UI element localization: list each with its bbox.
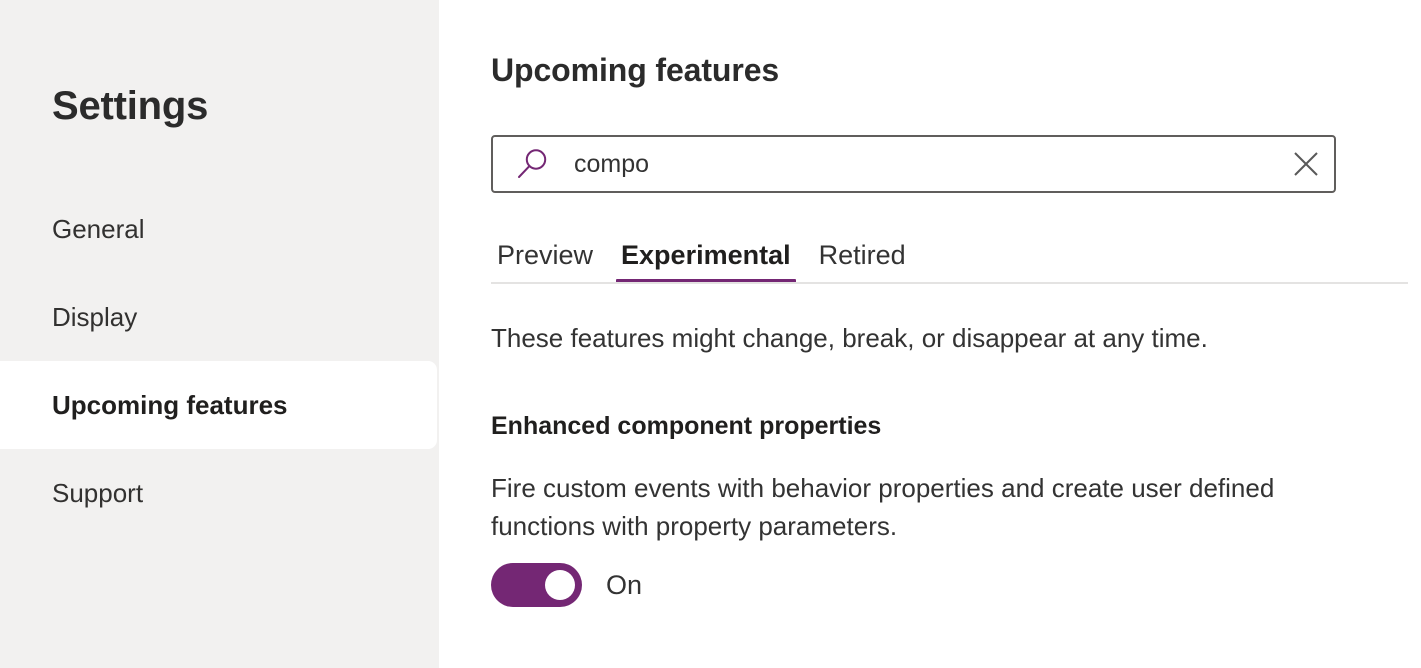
tab-description: These features might change, break, or d… xyxy=(491,323,1208,353)
tab-retired[interactable]: Retired xyxy=(805,242,920,283)
sidebar-nav: General Display Upcoming features Suppor… xyxy=(0,185,439,537)
sidebar-item-label: Upcoming features xyxy=(52,390,288,420)
sidebar-item-upcoming-features[interactable]: Upcoming features xyxy=(0,361,437,449)
tab-strip: Preview Experimental Retired xyxy=(491,225,1408,283)
sidebar-item-label: Support xyxy=(52,478,144,508)
tab-experimental[interactable]: Experimental xyxy=(607,242,805,283)
search-input[interactable]: compo xyxy=(574,152,1278,177)
sidebar-item-label: Display xyxy=(52,302,138,332)
close-icon xyxy=(1294,152,1318,176)
toggle-state-label: On xyxy=(606,569,643,600)
settings-content: Upcoming features compo Preview Experime… xyxy=(439,0,1421,668)
feature-tabs: Preview Experimental Retired xyxy=(491,225,1408,287)
settings-window: Settings General Display Upcoming featur… xyxy=(0,0,1421,668)
tab-label: Retired xyxy=(818,240,906,270)
page-title: Upcoming features xyxy=(491,52,780,88)
tab-divider xyxy=(491,282,1408,284)
feature-title: Enhanced component properties xyxy=(491,412,882,440)
search-icon xyxy=(515,147,549,181)
feature-toggle[interactable] xyxy=(491,563,582,607)
tab-label: Preview xyxy=(497,240,594,270)
clear-search-button[interactable] xyxy=(1278,137,1334,191)
toggle-knob xyxy=(545,570,575,600)
sidebar-item-label: General xyxy=(52,214,145,244)
sidebar-title: Settings xyxy=(52,84,209,128)
feature-toggle-row: On xyxy=(491,563,642,607)
sidebar-item-general[interactable]: General xyxy=(0,185,437,273)
tab-label: Experimental xyxy=(621,240,791,270)
sidebar-item-display[interactable]: Display xyxy=(0,273,437,361)
sidebar-item-support[interactable]: Support xyxy=(0,449,437,537)
tab-preview[interactable]: Preview xyxy=(491,242,607,283)
feature-description: Fire custom events with behavior propert… xyxy=(491,473,1275,541)
settings-sidebar: Settings General Display Upcoming featur… xyxy=(0,0,439,668)
search-box[interactable]: compo xyxy=(491,135,1336,193)
